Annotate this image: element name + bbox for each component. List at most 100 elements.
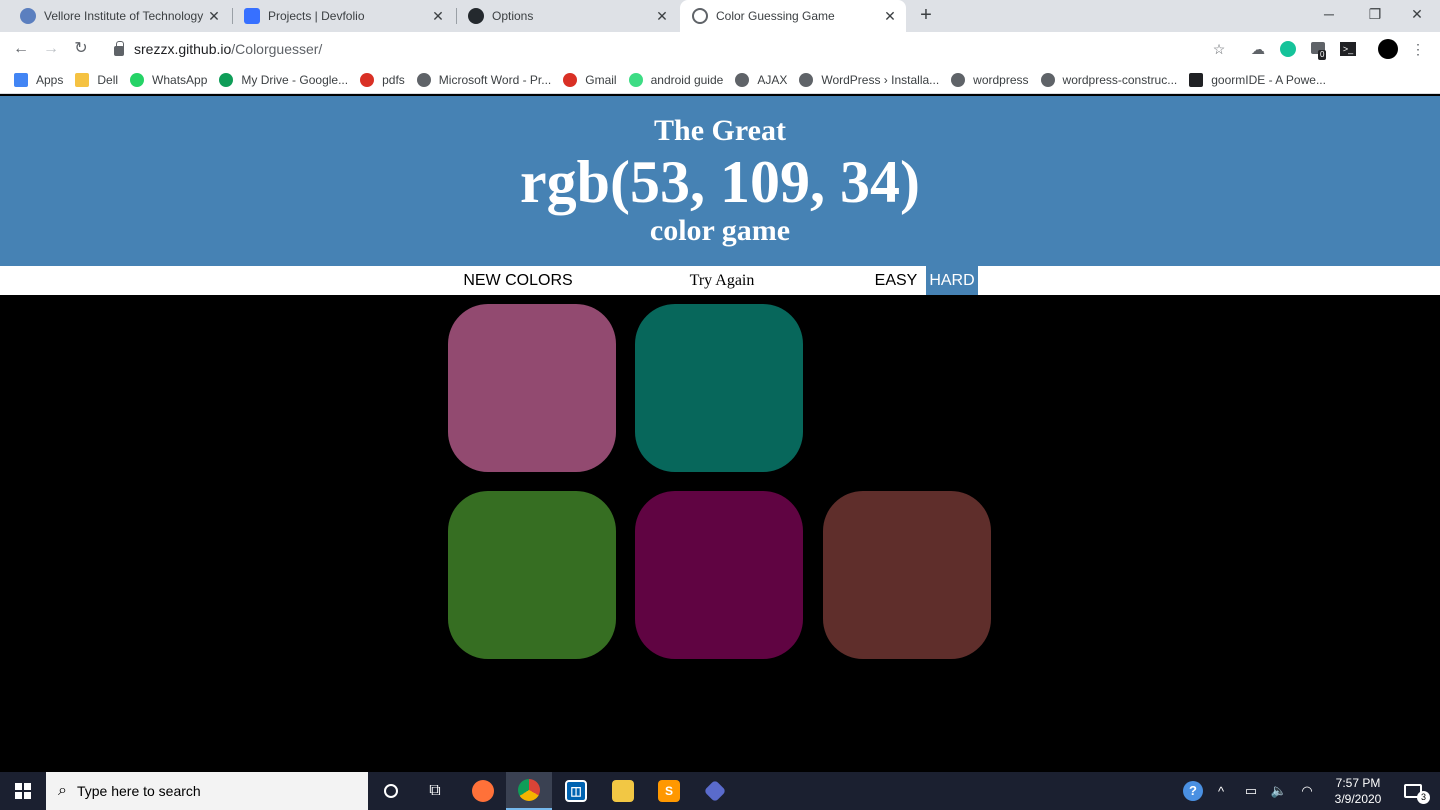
extension-badge-icon[interactable]: 0 bbox=[1308, 39, 1328, 60]
tab-vit[interactable]: Vellore Institute of Technology (V ✕ bbox=[8, 0, 230, 32]
message-text: Try Again bbox=[672, 266, 772, 295]
bookmark-item[interactable]: My Drive - Google... bbox=[219, 72, 348, 87]
back-button[interactable]: ← bbox=[10, 38, 32, 60]
devfolio-icon bbox=[244, 8, 260, 24]
taskbar-search-box[interactable]: ⌕ Type here to search bbox=[46, 772, 368, 810]
profile-avatar[interactable] bbox=[1378, 39, 1398, 59]
cortana-icon[interactable] bbox=[368, 772, 414, 810]
tab-devfolio[interactable]: Projects | Devfolio ✕ bbox=[232, 0, 454, 32]
color-square-4[interactable] bbox=[448, 491, 616, 659]
menu-kebab-icon[interactable]: ⋮ bbox=[1408, 39, 1428, 59]
browser-toolbar: ← → ↻ srezzx.github.io/Colorguesser/ ☆ ☁… bbox=[0, 32, 1440, 66]
bookmark-item[interactable]: Apps bbox=[14, 72, 63, 87]
bookmark-item[interactable]: WordPress › Installa... bbox=[799, 72, 939, 87]
globe-icon bbox=[416, 72, 431, 87]
color-square-2[interactable] bbox=[635, 304, 803, 472]
color-square-5[interactable] bbox=[635, 491, 803, 659]
bookmark-label: android guide bbox=[650, 72, 724, 87]
chrome-icon[interactable] bbox=[506, 772, 552, 810]
search-icon: ⌕ bbox=[58, 782, 67, 799]
bookmark-item[interactable]: wordpress bbox=[951, 72, 1029, 87]
sublime-text-icon[interactable]: S bbox=[646, 772, 692, 810]
bookmark-star-icon[interactable]: ☆ bbox=[1209, 39, 1229, 59]
folder-icon bbox=[75, 72, 90, 87]
wifi-icon[interactable]: ◠ bbox=[1296, 772, 1318, 810]
bookmarks-bar: Apps Dell WhatsApp My Drive - Google... pdfs… bbox=[0, 66, 1440, 94]
pdf-q-icon bbox=[360, 72, 375, 87]
bookmark-item[interactable]: pdfs bbox=[360, 72, 405, 87]
start-button[interactable] bbox=[0, 772, 46, 810]
bookmark-item[interactable]: Microsoft Word - Pr... bbox=[416, 72, 552, 87]
bookmark-item[interactable]: Gmail bbox=[563, 72, 617, 87]
bookmark-label: Gmail bbox=[585, 72, 617, 87]
extension-badge-count: 0 bbox=[1318, 50, 1327, 60]
vit-icon bbox=[20, 8, 36, 24]
minimize-button[interactable]: ─ bbox=[1306, 0, 1352, 30]
easy-mode-button[interactable]: EASY bbox=[868, 266, 924, 295]
volume-muted-icon[interactable]: 🔈 bbox=[1268, 772, 1290, 810]
game-header: The Great rgb(53, 109, 34) color game bbox=[0, 96, 1440, 266]
tab-color-guessing-game[interactable]: Color Guessing Game ✕ bbox=[680, 0, 906, 32]
search-placeholder: Type here to search bbox=[76, 783, 201, 799]
terminal-extension-icon[interactable]: >_ bbox=[1338, 39, 1358, 59]
color-square-1[interactable] bbox=[448, 304, 616, 472]
new-tab-button[interactable]: + bbox=[916, 4, 936, 28]
new-colors-button[interactable]: NEW COLORS bbox=[458, 266, 578, 295]
hard-mode-button[interactable]: HARD bbox=[926, 266, 978, 295]
bookmark-label: Microsoft Word - Pr... bbox=[438, 72, 552, 87]
tab-close-icon[interactable]: ✕ bbox=[652, 8, 672, 25]
color-square-3[interactable] bbox=[823, 304, 991, 472]
github-icon bbox=[468, 8, 484, 24]
clock-date: 3/9/2020 bbox=[1334, 792, 1382, 806]
reload-button[interactable]: ↻ bbox=[70, 38, 92, 60]
grammarly-icon[interactable] bbox=[1278, 39, 1298, 59]
bookmark-label: goormIDE - A Powe... bbox=[1211, 72, 1326, 87]
title-bottom: color game bbox=[649, 214, 791, 247]
bookmark-item[interactable]: android guide bbox=[628, 72, 724, 87]
google-drive-icon bbox=[219, 72, 234, 87]
color-square-6[interactable] bbox=[823, 491, 991, 659]
terminal-icon bbox=[1189, 72, 1204, 87]
app-store-icon[interactable]: ◫ bbox=[553, 772, 599, 810]
whatsapp-icon bbox=[130, 72, 145, 87]
tab-close-icon[interactable]: ✕ bbox=[428, 8, 448, 25]
bookmark-label: AJAX bbox=[757, 72, 788, 87]
tab-title: Color Guessing Game bbox=[716, 9, 835, 23]
bookmark-item[interactable]: WhatsApp bbox=[130, 72, 207, 87]
bookmark-item[interactable]: wordpress-construc... bbox=[1040, 72, 1178, 87]
windows-logo-icon bbox=[15, 783, 31, 799]
chevron-up-icon[interactable]: ^ bbox=[1210, 772, 1232, 810]
bookmark-item[interactable]: AJAX bbox=[735, 72, 788, 87]
tab-options[interactable]: Options ✕ bbox=[456, 0, 678, 32]
close-window-button[interactable]: ✕ bbox=[1394, 0, 1440, 30]
file-explorer-icon[interactable] bbox=[600, 772, 646, 810]
clock[interactable]: 7:57 PM 3/9/2020 bbox=[1326, 775, 1390, 807]
help-icon[interactable]: ? bbox=[1180, 772, 1206, 810]
lock-icon bbox=[114, 41, 124, 56]
browser-tab-strip: Vellore Institute of Technology (V ✕ Pro… bbox=[0, 0, 1440, 32]
battery-icon[interactable]: ▭ bbox=[1240, 772, 1262, 810]
tab-close-icon[interactable]: ✕ bbox=[204, 8, 224, 25]
globe-icon bbox=[799, 72, 814, 87]
bookmark-label: wordpress-construc... bbox=[1062, 72, 1178, 87]
git-icon[interactable] bbox=[692, 772, 738, 810]
bookmark-item[interactable]: goormIDE - A Powe... bbox=[1189, 72, 1326, 87]
tab-close-icon[interactable]: ✕ bbox=[880, 8, 900, 25]
bookmark-label: pdfs bbox=[382, 72, 405, 87]
apps-grid-icon bbox=[14, 72, 28, 87]
forward-button[interactable]: → bbox=[40, 38, 62, 60]
windows-taskbar: ⌕ Type here to search ⧉ ◫ S ? ^ ▭ 🔈 ◠ 7:… bbox=[0, 772, 1440, 810]
gmail-icon bbox=[563, 72, 578, 87]
tab-title: Vellore Institute of Technology (V bbox=[44, 9, 204, 23]
globe-icon bbox=[951, 72, 966, 87]
address-bar[interactable]: srezzx.github.io/Colorguesser/ bbox=[100, 35, 1240, 63]
extension-cloud-icon[interactable]: ☁ bbox=[1248, 39, 1268, 59]
android-icon bbox=[628, 72, 643, 87]
task-view-icon[interactable]: ⧉ bbox=[412, 772, 458, 810]
title-top: The Great bbox=[654, 114, 786, 147]
web-page: The Great rgb(53, 109, 34) color game NE… bbox=[0, 96, 1440, 772]
bookmark-item[interactable]: Dell bbox=[75, 72, 118, 87]
firefox-icon[interactable] bbox=[460, 772, 506, 810]
notification-center-icon[interactable]: 3 bbox=[1396, 772, 1430, 810]
restore-button[interactable]: ❐ bbox=[1352, 0, 1398, 30]
